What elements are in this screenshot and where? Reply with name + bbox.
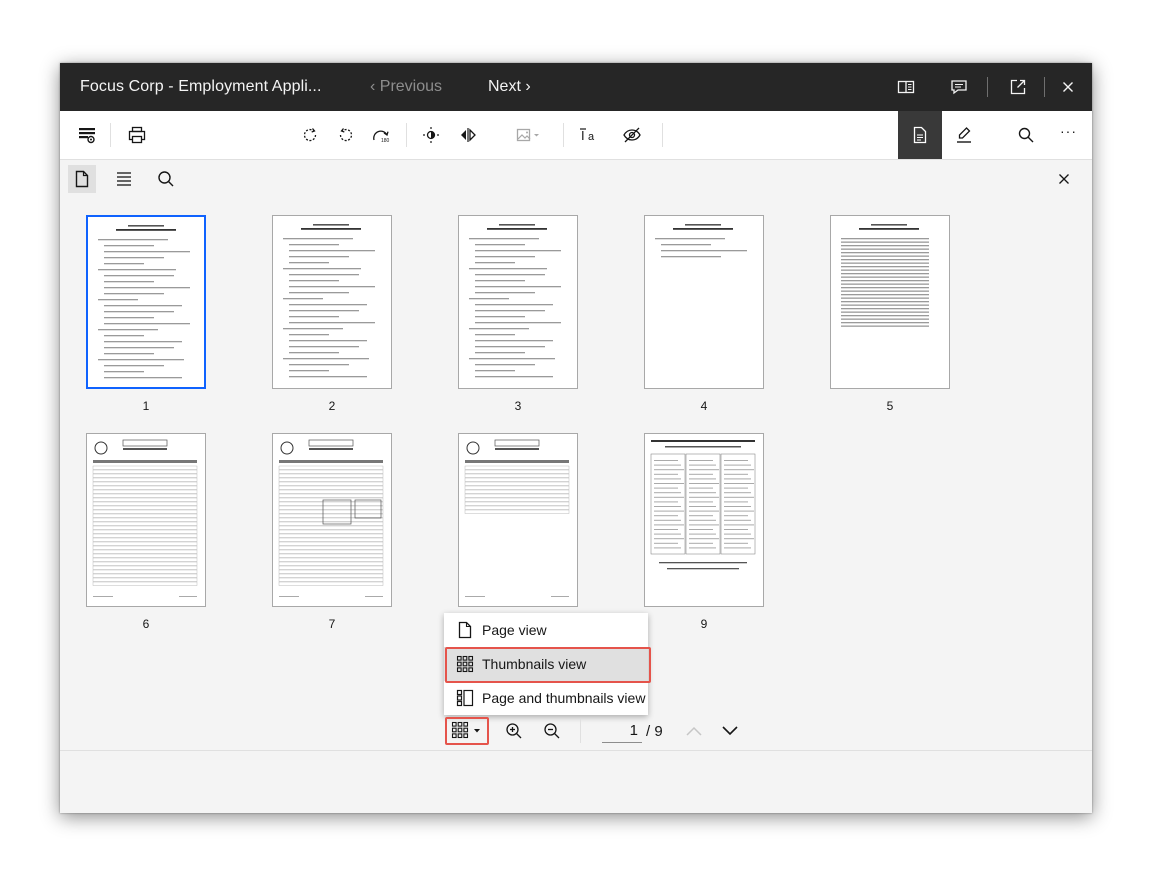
title-divider: [1044, 77, 1045, 97]
rotate-180-icon[interactable]: 180: [371, 125, 391, 145]
page-view-toggle[interactable]: [68, 165, 96, 193]
thumbnail-panel-toolbar: [60, 159, 1092, 199]
page-number-label: 5: [886, 399, 894, 413]
pagination-divider: [580, 719, 581, 743]
print-icon[interactable]: [127, 125, 147, 145]
close-icon[interactable]: [1052, 167, 1076, 191]
page-thumbnail[interactable]: [86, 215, 206, 389]
document-view-icon: [910, 125, 930, 145]
pagination-bar: 1 / 9: [444, 715, 774, 747]
page-total: / 9: [646, 723, 663, 740]
rotate-counterclockwise-icon[interactable]: [336, 125, 356, 145]
page-thumbnail[interactable]: [830, 215, 950, 389]
menu-item-label: Page view: [482, 622, 547, 638]
page-number-input[interactable]: 1: [602, 719, 642, 743]
document-title: Focus Corp - Employment Appli...: [80, 78, 322, 95]
toolbar-divider: [110, 123, 111, 147]
search-icon[interactable]: [1016, 125, 1036, 145]
next-button[interactable]: Next ›: [488, 78, 531, 96]
page-thumbnail[interactable]: [458, 215, 578, 389]
page-thumbnail[interactable]: [644, 433, 764, 607]
page-thumbnail[interactable]: [272, 433, 392, 607]
highlight-view-mode-button: [445, 717, 489, 745]
toolbar-divider: [662, 123, 663, 147]
toolbar: 180 Ia ···: [60, 111, 1092, 160]
toolbar-divider: [406, 123, 407, 147]
document-viewer-window: Focus Corp - Employment Appli... ‹ Previ…: [60, 63, 1092, 813]
layers-view-icon[interactable]: [77, 125, 97, 145]
page-number-label: 9: [700, 617, 708, 631]
hide-icon[interactable]: [622, 125, 642, 145]
title-bar: Focus Corp - Employment Appli... ‹ Previ…: [60, 63, 1092, 111]
page-icon: [456, 621, 474, 639]
svg-text:180: 180: [381, 138, 390, 144]
search-icon[interactable]: [154, 167, 178, 191]
launch-icon[interactable]: [1008, 77, 1028, 97]
footer-divider: [60, 750, 1092, 751]
page-thumbnail[interactable]: [86, 433, 206, 607]
page-icon: [75, 170, 89, 188]
annotate-icon: [954, 125, 974, 145]
overflow-menu-icon[interactable]: ···: [1060, 123, 1077, 139]
page-thumbnail[interactable]: [272, 215, 392, 389]
contrast-icon[interactable]: [421, 125, 441, 145]
menu-item-page-and-thumbnails-view[interactable]: Page and thumbnails view: [444, 681, 648, 715]
highlight-thumbnails-view: [445, 647, 651, 683]
zoom-in-icon[interactable]: [504, 721, 524, 741]
svg-text:a: a: [588, 131, 595, 143]
image-settings-icon[interactable]: [514, 125, 542, 145]
svg-text:I: I: [581, 128, 585, 143]
title-divider: [987, 77, 988, 97]
rotate-clockwise-icon[interactable]: [300, 125, 320, 145]
comment-icon[interactable]: [949, 77, 969, 97]
page-number-label: 7: [328, 617, 336, 631]
toolbar-divider: [563, 123, 564, 147]
page-thumbnail[interactable]: [644, 215, 764, 389]
annotate-button[interactable]: [942, 111, 986, 159]
document-view-button[interactable]: [898, 111, 942, 159]
chevron-down-icon[interactable]: [720, 721, 740, 741]
flip-horizontal-icon[interactable]: [458, 125, 478, 145]
side-panel-icon[interactable]: [896, 77, 916, 97]
page-thumbnail[interactable]: [458, 433, 578, 607]
chevron-up-icon[interactable]: [684, 721, 704, 741]
list-icon[interactable]: [112, 167, 136, 191]
menu-item-label: Page and thumbnails view: [482, 690, 646, 706]
page-thumbnails-icon: [456, 689, 474, 707]
previous-button[interactable]: ‹ Previous: [370, 78, 442, 96]
page-number-label: 6: [142, 617, 150, 631]
page-number-label: 4: [700, 399, 708, 413]
page-number-label: 3: [514, 399, 522, 413]
text-recognition-icon[interactable]: Ia: [579, 125, 599, 145]
page-number-label: 2: [328, 399, 336, 413]
zoom-out-icon[interactable]: [542, 721, 562, 741]
menu-item-page-view[interactable]: Page view: [444, 613, 648, 647]
page-number-label: 1: [142, 399, 150, 413]
close-icon[interactable]: [1058, 77, 1078, 97]
